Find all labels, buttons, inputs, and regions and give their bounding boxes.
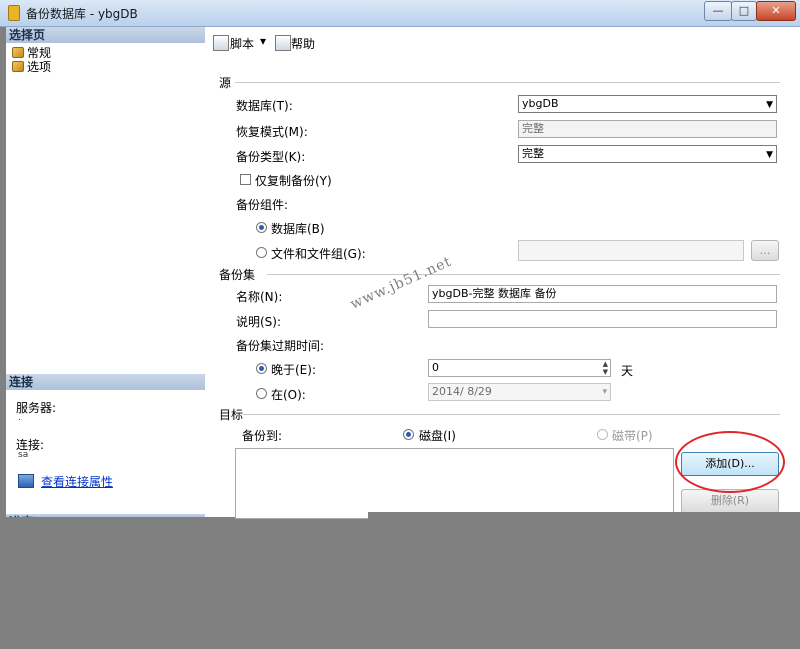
toolbar: 脚本 ▾ 帮助: [205, 27, 800, 59]
server-value: .: [18, 413, 21, 423]
page-icon: [12, 61, 24, 72]
window-title: 备份数据库 - ybgDB: [26, 7, 138, 21]
expire-days-value: 0: [432, 361, 439, 374]
expire-on-radio[interactable]: [256, 388, 267, 399]
backup-component-label: 备份组件:: [236, 198, 289, 212]
expire-after-label: 晚于(E):: [271, 363, 316, 377]
script-button[interactable]: 脚本: [230, 35, 254, 52]
component-files-radio[interactable]: [256, 247, 267, 258]
connection-properties-icon: [18, 474, 34, 488]
destination-divider: [243, 414, 780, 415]
source-group-label: 源: [219, 76, 232, 90]
filegroup-field: [518, 240, 744, 261]
minimize-button[interactable]: —: [704, 1, 732, 21]
copy-only-label: 仅复制备份(Y): [255, 174, 332, 188]
component-database-label: 数据库(B): [271, 222, 325, 236]
disk-label: 磁盘(I): [419, 429, 456, 443]
page-label: 选项: [27, 60, 52, 74]
component-files-label: 文件和文件组(G):: [271, 247, 366, 261]
backup-type-label: 备份类型(K):: [236, 150, 306, 164]
bottom-occlusion: [0, 529, 800, 649]
help-icon: [275, 35, 291, 51]
left-panel: 选择页 常规 选项 连接 服务器: . 连接: sa 查看连接属性 进度: [6, 27, 206, 517]
close-button[interactable]: ✕: [756, 1, 796, 21]
server-label: 服务器:: [16, 401, 57, 415]
maximize-button[interactable]: □: [731, 1, 757, 21]
description-label: 说明(S):: [236, 315, 282, 329]
select-page-header: 选择页: [6, 27, 205, 43]
page-item-general[interactable]: 常规: [12, 46, 51, 60]
backup-name-input[interactable]: ybgDB-完整 数据库 备份: [428, 285, 777, 303]
recovery-mode-label: 恢复模式(M):: [236, 125, 308, 139]
script-icon: [213, 35, 229, 51]
tape-radio: [597, 429, 608, 440]
backup-set-group-label: 备份集: [219, 268, 256, 282]
database-icon: [8, 5, 20, 21]
expire-on-label: 在(O):: [271, 388, 306, 402]
description-input[interactable]: [428, 310, 777, 328]
disk-radio[interactable]: [403, 429, 414, 440]
browse-filegroup-button[interactable]: ...: [751, 240, 779, 261]
days-label: 天: [621, 364, 634, 378]
backup-to-label: 备份到:: [242, 429, 283, 443]
expire-date-picker[interactable]: 2014/ 8/29 ▾: [428, 383, 611, 401]
database-label: 数据库(T):: [236, 99, 293, 113]
highlight-ellipse: [675, 431, 785, 493]
page-item-options[interactable]: 选项: [12, 60, 51, 74]
connection-value: sa: [18, 450, 29, 460]
right-occlusion: [368, 512, 800, 529]
spinner-arrows-icon[interactable]: ▲ ▼: [603, 360, 608, 376]
copy-only-checkbox[interactable]: [240, 174, 251, 185]
page-icon: [12, 47, 24, 58]
calendar-dropdown-icon[interactable]: ▾: [602, 384, 607, 400]
component-database-radio[interactable]: [256, 222, 267, 233]
database-value: ybgDB: [522, 97, 559, 110]
tape-label: 磁带(P): [612, 429, 653, 443]
destination-group-label: 目标: [219, 408, 244, 422]
recovery-mode-field: 完整: [518, 120, 777, 138]
backup-name-label: 名称(N):: [236, 290, 283, 304]
script-dropdown[interactable]: ▾: [260, 34, 266, 48]
help-button[interactable]: 帮助: [291, 35, 315, 52]
progress-header: 进度: [6, 514, 205, 517]
connection-header: 连接: [6, 374, 205, 390]
backup-type-value: 完整: [522, 147, 544, 160]
source-divider: [235, 82, 780, 83]
expiration-label: 备份集过期时间:: [236, 339, 325, 353]
chevron-down-icon: ▼: [766, 100, 773, 110]
expire-date-value: 2014/ 8/29: [432, 385, 492, 398]
view-connection-properties-link[interactable]: 查看连接属性: [41, 473, 113, 490]
chevron-down-icon: ▼: [766, 150, 773, 160]
database-select[interactable]: ybgDB ▼: [518, 95, 777, 113]
backup-type-select[interactable]: 完整 ▼: [518, 145, 777, 163]
title-bar: 备份数据库 - ybgDB — □ ✕: [0, 0, 800, 27]
expire-after-radio[interactable]: [256, 363, 267, 374]
expire-days-input[interactable]: 0 ▲ ▼: [428, 359, 611, 377]
backup-set-divider: [267, 274, 780, 275]
destination-list[interactable]: [235, 448, 674, 519]
page-label: 常规: [27, 46, 52, 60]
